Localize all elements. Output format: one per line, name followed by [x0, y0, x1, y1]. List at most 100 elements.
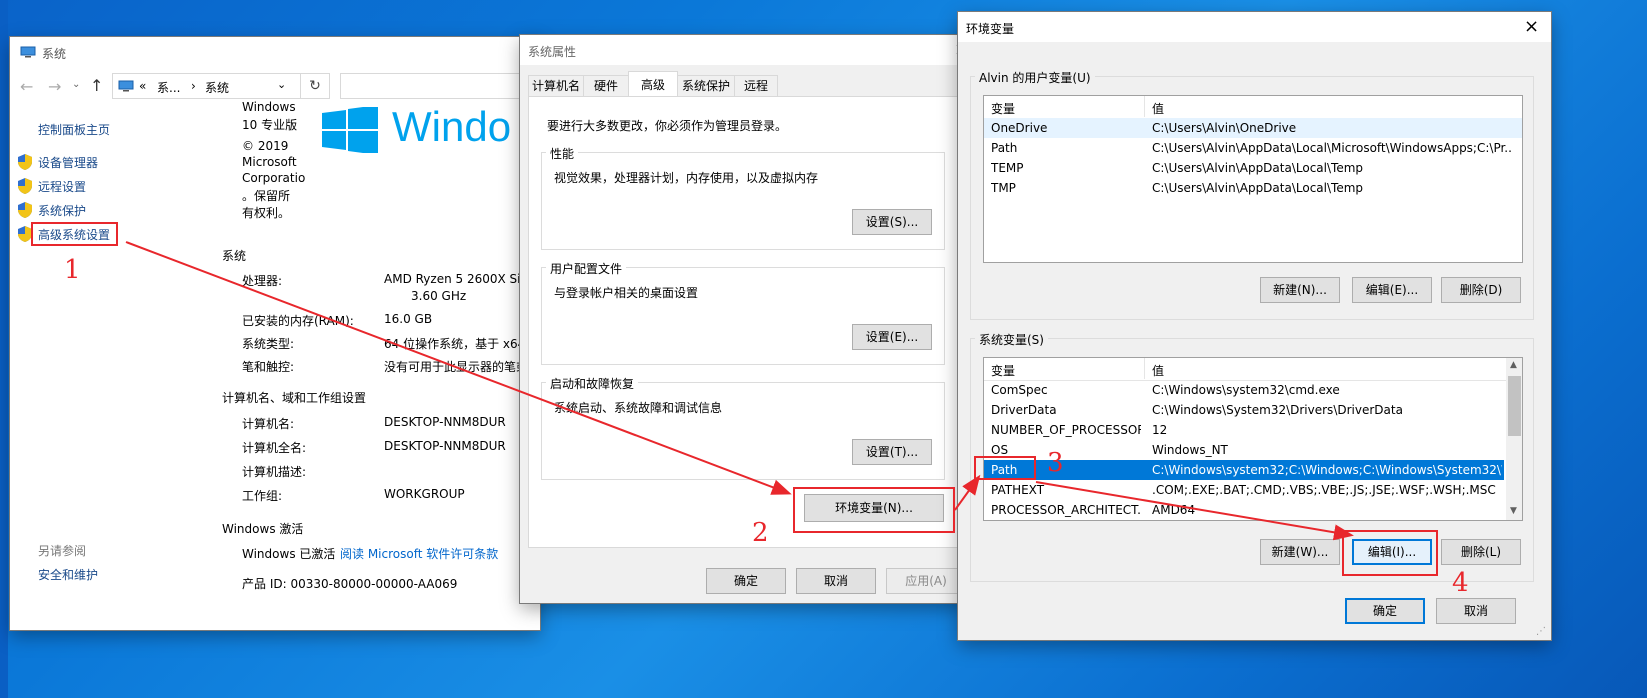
up-arrow-icon[interactable]: ↑ [90, 76, 103, 95]
breadcrumb-item[interactable]: 系... [157, 79, 180, 96]
system-delete-button[interactable]: 删除(L) [1441, 539, 1521, 565]
uac-shield-icon [18, 154, 32, 170]
address-bar[interactable]: « 系... › 系统 ⌄ [112, 73, 330, 99]
variable-value: 12 [1152, 423, 1168, 437]
admin-note: 要进行大多数更改，你必须作为管理员登录。 [547, 119, 788, 133]
annotation-number-2: 2 [752, 518, 769, 548]
performance-settings-button[interactable]: 设置(S)... [852, 209, 932, 235]
copyright-company-2: Corporatio [242, 171, 306, 185]
title-bar[interactable]: 环境变量 × [958, 12, 1551, 42]
user-profile-settings-button[interactable]: 设置(E)... [852, 324, 932, 350]
tab-computer-name[interactable]: 计算机名 [528, 75, 584, 97]
column-variable[interactable]: 变量 [991, 362, 1015, 379]
column-variable[interactable]: 变量 [991, 100, 1015, 117]
variable-value: C:\Windows\system32\cmd.exe [1152, 383, 1340, 397]
spec-value: AMD Ryzen 5 2600X Six- [384, 272, 520, 286]
scroll-down-icon[interactable]: ▼ [1510, 506, 1517, 516]
system-new-button[interactable]: 新建(W)... [1260, 539, 1340, 565]
copyright-reserved: 。保留所 [242, 189, 291, 203]
search-input[interactable] [340, 73, 540, 99]
processor-speed: 3.60 GHz [411, 289, 467, 303]
windows-logo-text: Windo [392, 105, 512, 150]
tab-system-protection[interactable]: 系统保护 [677, 75, 735, 97]
computer-value: WORKGROUP [384, 487, 465, 501]
tab-hardware[interactable]: 硬件 [583, 75, 629, 97]
annotation-box-edit-button [1342, 530, 1438, 576]
user-profile-title: 用户配置文件 [546, 260, 627, 277]
chevron-down-icon[interactable]: ⌄ [277, 78, 286, 91]
column-value[interactable]: 值 [1152, 362, 1164, 379]
tab-strip: 计算机名 硬件 高级 系统保护 远程 [528, 71, 958, 97]
forward-arrow-icon[interactable]: → [48, 77, 61, 96]
user-new-button[interactable]: 新建(N)... [1260, 277, 1340, 303]
spec-value: 64 位操作系统，基于 x64 [384, 337, 520, 351]
user-delete-button[interactable]: 删除(D) [1441, 277, 1521, 303]
security-maintenance-link[interactable]: 安全和维护 [38, 566, 98, 583]
variable-name: PATHEXT [991, 483, 1045, 497]
variable-name: Path [991, 141, 1018, 155]
table-row[interactable]: ComSpec C:\Windows\system32\cmd.exe [984, 380, 1504, 400]
annotation-number-4: 4 [1452, 568, 1469, 598]
resize-grip-icon[interactable]: ⋰ [1536, 626, 1546, 637]
cancel-button[interactable]: 取消 [1436, 598, 1516, 624]
system-window: 系统 ← → ⌄ ↑ « 系... › 系统 ⌄ ↻ 控制面板主页 设备管理器远… [10, 37, 540, 630]
left-nav-link[interactable]: 远程设置 [38, 178, 86, 195]
cancel-button[interactable]: 取消 [796, 568, 876, 594]
computer-value: DESKTOP-NNM8DUR [384, 415, 506, 429]
activation-status: Windows 已激活 [242, 547, 336, 561]
variable-name: DriverData [991, 403, 1057, 417]
section-system: 系统 [222, 249, 247, 263]
see-also-heading: 另请参阅 [38, 544, 87, 558]
breadcrumb-overflow[interactable]: « [139, 79, 146, 93]
user-variables-list[interactable]: 变量 值 OneDrive C:\Users\Alvin\OneDrive Path… [983, 95, 1523, 263]
tab-remote[interactable]: 远程 [734, 75, 778, 97]
control-panel-home-link[interactable]: 控制面板主页 [38, 121, 110, 138]
variable-name: TEMP [991, 161, 1024, 175]
table-row[interactable]: PROCESSOR_ARCHITECT... AMD64 [984, 500, 1504, 520]
title-bar[interactable]: 系统属性 × [520, 35, 969, 65]
table-row[interactable]: PATHEXT .COM;.EXE;.BAT;.CMD;.VBS;.VBE;.JS… [984, 480, 1504, 500]
user-edit-button[interactable]: 编辑(E)... [1352, 277, 1432, 303]
dropdown-chevron-icon[interactable]: ⌄ [72, 79, 80, 90]
copyright-reserved-2: 有权利。 [242, 206, 291, 220]
refresh-icon: ↻ [309, 78, 321, 94]
refresh-button[interactable]: ↻ [300, 73, 330, 99]
variable-value: C:\Windows\System32\Drivers\DriverData [1152, 403, 1403, 417]
scrollbar[interactable]: ▲ ▼ [1506, 358, 1522, 520]
tab-advanced[interactable]: 高级 [628, 71, 678, 97]
apply-button[interactable]: 应用(A) [886, 568, 966, 594]
tab-panel: 要进行大多数更改，你必须作为管理员登录。 性能 视觉效果，处理器计划，内存使用，… [528, 96, 958, 548]
column-value[interactable]: 值 [1152, 100, 1164, 117]
table-row[interactable]: DriverData C:\Windows\System32\Drivers\Dr… [984, 400, 1504, 420]
breadcrumb-current[interactable]: 系统 [205, 79, 229, 96]
ok-button[interactable]: 确定 [1345, 598, 1425, 624]
system-variables-list[interactable]: 变量 值 ComSpec C:\Windows\system32\cmd.exe D… [983, 357, 1523, 521]
back-arrow-icon[interactable]: ← [20, 77, 33, 96]
startup-settings-button[interactable]: 设置(T)... [852, 439, 932, 465]
copyright-company: Microsoft [242, 155, 297, 169]
close-icon[interactable]: × [1524, 18, 1539, 36]
ok-button[interactable]: 确定 [706, 568, 786, 594]
table-row[interactable]: NUMBER_OF_PROCESSORS 12 [984, 420, 1504, 440]
table-row[interactable]: OneDrive C:\Users\Alvin\OneDrive [984, 118, 1522, 138]
computer-label: 计算机全名: [242, 441, 307, 455]
left-nav-link[interactable]: 设备管理器 [38, 154, 98, 171]
variable-value: C:\Windows\system32;C:\Windows;C:\Window… [1152, 463, 1502, 477]
system-variables-title: 系统变量(S) [975, 331, 1048, 348]
startup-recovery-title: 启动和故障恢复 [546, 375, 639, 392]
table-row[interactable]: Path C:\Users\Alvin\AppData\Local\Microso… [984, 138, 1522, 158]
variable-value: C:\Users\Alvin\OneDrive [1152, 121, 1297, 135]
breadcrumb-separator: › [191, 79, 196, 93]
annotation-number-1: 1 [64, 255, 81, 285]
scroll-thumb[interactable] [1508, 376, 1521, 436]
left-nav-link[interactable]: 系统保护 [38, 202, 86, 219]
computer-label: 计算机名: [242, 417, 295, 431]
table-row[interactable]: TEMP C:\Users\Alvin\AppData\Local\Temp [984, 158, 1522, 178]
title-bar[interactable]: 系统 [10, 37, 540, 67]
computer-icon [118, 80, 134, 92]
column-divider [1144, 96, 1145, 117]
annotation-number-3: 3 [1047, 448, 1064, 478]
license-terms-link[interactable]: 阅读 Microsoft 软件许可条款 [340, 545, 498, 562]
scroll-up-icon[interactable]: ▲ [1510, 360, 1517, 370]
table-row[interactable]: TMP C:\Users\Alvin\AppData\Local\Temp [984, 178, 1522, 198]
